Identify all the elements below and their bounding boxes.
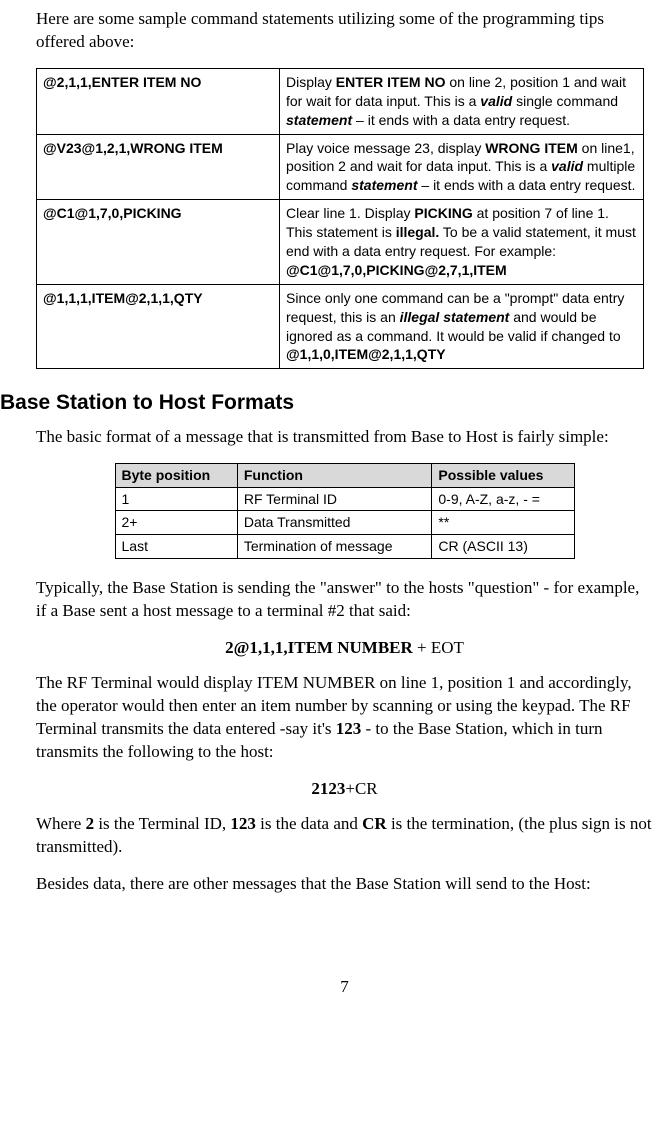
format-header-cell: Byte position [115, 463, 237, 487]
table-cell: 2+ [115, 511, 237, 535]
samples-tbody: @2,1,1,ENTER ITEM NODisplay ENTER ITEM N… [37, 68, 644, 368]
para-where: Where 2 is the Terminal ID, 123 is the d… [36, 813, 653, 859]
format-header-cell: Possible values [432, 463, 574, 487]
table-cell: RF Terminal ID [237, 487, 432, 511]
table-row: 1RF Terminal ID0-9, A-Z, a-z, - = [115, 487, 574, 511]
intro-text: Here are some sample command statements … [36, 8, 653, 54]
format-table: Byte position Function Possible values 1… [115, 463, 575, 560]
table-cell: Last [115, 535, 237, 559]
para-besides: Besides data, there are other messages t… [36, 873, 653, 896]
table-row: @1,1,1,ITEM@2,1,1,QTYSince only one comm… [37, 284, 644, 369]
table-row: 2+Data Transmitted** [115, 511, 574, 535]
table-cell: CR (ASCII 13) [432, 535, 574, 559]
format-header-row: Byte position Function Possible values [115, 463, 574, 487]
command-cell: @V23@1,2,1,WRONG ITEM [37, 134, 280, 200]
format-tbody: 1RF Terminal ID0-9, A-Z, a-z, - =2+Data … [115, 487, 574, 559]
section-intro: The basic format of a message that is tr… [36, 426, 653, 449]
command-cell: @2,1,1,ENTER ITEM NO [37, 68, 280, 134]
description-cell: Display ENTER ITEM NO on line 2, positio… [280, 68, 644, 134]
table-cell: Data Transmitted [237, 511, 432, 535]
table-cell: ** [432, 511, 574, 535]
description-cell: Clear line 1. Display PICKING at positio… [280, 200, 644, 285]
section-heading: Base Station to Host Formats [0, 389, 653, 417]
table-row: @V23@1,2,1,WRONG ITEMPlay voice message … [37, 134, 644, 200]
table-cell: Termination of message [237, 535, 432, 559]
command-cell: @C1@1,7,0,PICKING [37, 200, 280, 285]
table-row: @2,1,1,ENTER ITEM NODisplay ENTER ITEM N… [37, 68, 644, 134]
para-rf: The RF Terminal would display ITEM NUMBE… [36, 672, 653, 764]
table-cell: 1 [115, 487, 237, 511]
table-row: @C1@1,7,0,PICKINGClear line 1. Display P… [37, 200, 644, 285]
description-cell: Since only one command can be a "prompt"… [280, 284, 644, 369]
description-cell: Play voice message 23, display WRONG ITE… [280, 134, 644, 200]
command-cell: @1,1,1,ITEM@2,1,1,QTY [37, 284, 280, 369]
example-2: 2123+CR [36, 778, 653, 801]
table-row: LastTermination of messageCR (ASCII 13) [115, 535, 574, 559]
table-cell: 0-9, A-Z, a-z, - = [432, 487, 574, 511]
page-number: 7 [36, 976, 653, 999]
samples-table: @2,1,1,ENTER ITEM NODisplay ENTER ITEM N… [36, 68, 644, 369]
para-typically: Typically, the Base Station is sending t… [36, 577, 653, 623]
example-1: 2@1,1,1,ITEM NUMBER + EOT [36, 637, 653, 660]
format-header-cell: Function [237, 463, 432, 487]
